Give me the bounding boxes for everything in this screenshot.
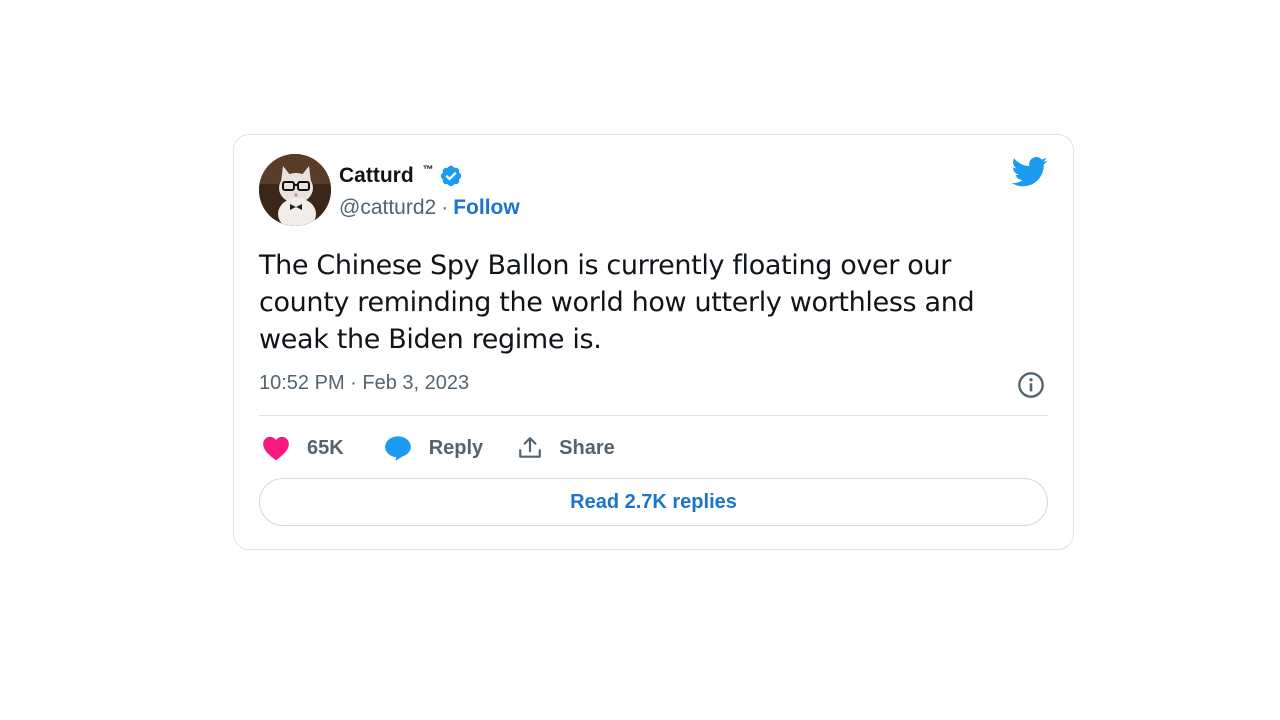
twitter-bird-icon[interactable] xyxy=(1012,157,1048,187)
handle-row: @catturd2 · Follow xyxy=(339,195,520,221)
separator-dot: · xyxy=(441,196,449,219)
tweet-timestamp[interactable]: 10:52 PM · Feb 3, 2023 xyxy=(259,372,469,395)
author-name-row: Catturd ™ xyxy=(339,162,463,190)
share-button[interactable]: Share xyxy=(517,435,615,461)
read-replies-button[interactable]: Read 2.7K replies xyxy=(259,478,1048,526)
verified-badge-icon xyxy=(440,165,461,187)
like-count: 65K xyxy=(307,436,344,459)
handle[interactable]: @catturd2 xyxy=(339,196,436,220)
display-name[interactable]: Catturd xyxy=(339,164,414,188)
trademark-mark: ™ xyxy=(422,164,434,176)
avatar-image xyxy=(259,154,331,226)
action-bar: 65K Reply Share xyxy=(262,431,615,465)
divider xyxy=(259,415,1048,416)
follow-button[interactable]: Follow xyxy=(453,196,520,220)
avatar[interactable] xyxy=(259,154,331,226)
share-label: Share xyxy=(559,436,615,459)
tweet-card: Catturd ™ @catturd2 · Follow The Chinese… xyxy=(233,134,1074,550)
reply-label: Reply xyxy=(428,436,484,459)
speech-bubble-icon xyxy=(384,436,411,461)
share-upload-icon xyxy=(519,437,542,458)
like-button[interactable]: 65K xyxy=(262,435,344,461)
heart-icon xyxy=(263,436,289,461)
info-icon[interactable] xyxy=(1017,371,1045,399)
tweet-text: The Chinese Spy Ballon is currently floa… xyxy=(259,250,975,355)
reply-button[interactable]: Reply xyxy=(384,435,483,461)
